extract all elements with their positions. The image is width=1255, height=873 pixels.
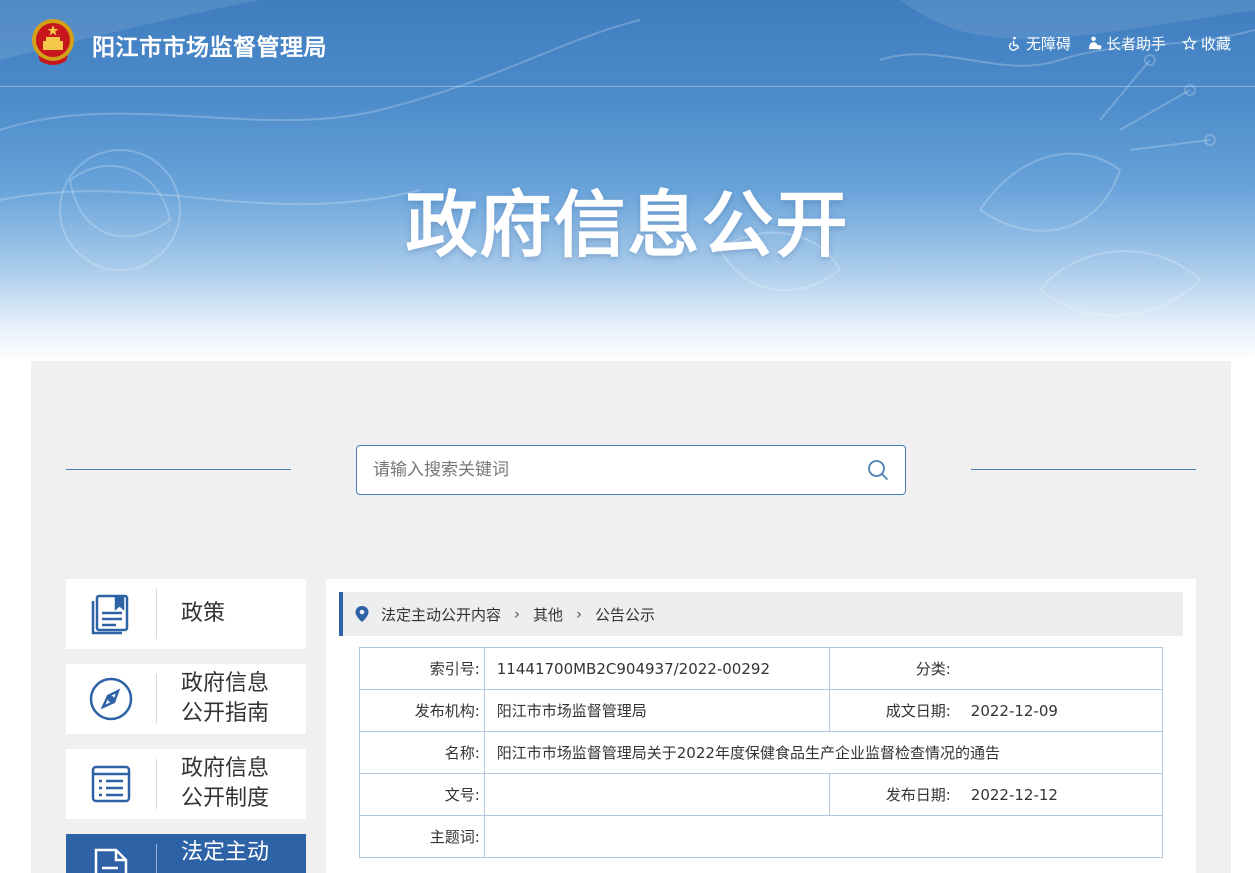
header-banner: 阳江市市场监督管理局 无障碍 长者助手 收藏 政府信息公开 <box>0 0 1255 362</box>
sidebar-item-label: 政府信息 公开指南 <box>181 664 301 734</box>
sidebar-item-policy[interactable]: 政策 <box>66 579 306 649</box>
accessibility-link[interactable]: 无障碍 <box>1007 33 1071 54</box>
sidebar-separator <box>156 759 157 809</box>
elder-assistant-label: 长者助手 <box>1105 35 1166 53</box>
national-emblem-icon <box>32 19 74 65</box>
elder-icon <box>1088 36 1102 50</box>
content-panel: 法定主动公开内容 › 其他 › 公告公示 索引号: 11441700MB2C90… <box>326 579 1196 873</box>
document-name-label: 名称: <box>359 731 485 774</box>
hero-title: 政府信息公开 <box>405 183 850 267</box>
published-date-value: 2022-12-12 <box>954 773 1163 816</box>
published-date-label: 发布日期: <box>828 773 955 816</box>
index-number-value: 11441700MB2C904937/2022-00292 <box>483 647 830 690</box>
search-divider-left <box>66 469 291 470</box>
document-edit-icon <box>94 848 128 873</box>
search-input[interactable] <box>357 446 847 494</box>
table-row: 索引号: 11441700MB2C904937/2022-00292 分类: <box>359 647 1163 690</box>
document-number-value <box>483 773 830 816</box>
search-icon[interactable] <box>867 459 889 481</box>
sidebar-label-line: 政府信息 <box>181 671 270 696</box>
site-title[interactable]: 阳江市市场监督管理局 <box>92 28 327 62</box>
keywords-value <box>483 815 1164 858</box>
breadcrumb-item[interactable]: 公告公示 <box>595 604 655 625</box>
document-list-icon <box>91 765 131 803</box>
document-number-label: 文号: <box>359 773 485 816</box>
breadcrumb-item[interactable]: 其他 <box>533 604 563 625</box>
sidebar-label-line: 公开制度 <box>181 786 270 811</box>
sidebar-item-disclosure-guide[interactable]: 政府信息 公开指南 <box>66 664 306 734</box>
category-label: 分类: <box>828 647 955 690</box>
sidebar-item-label: 政府信息 公开制度 <box>181 749 301 819</box>
elder-assistant-link[interactable]: 长者助手 <box>1087 33 1166 54</box>
created-date-label: 成文日期: <box>828 689 955 732</box>
sidebar-item-statutory-disclosure[interactable]: 法定主动 <box>66 834 306 873</box>
sidebar-label-line: 公开指南 <box>181 701 270 726</box>
table-row: 发布机构: 阳江市市场监督管理局 成文日期: 2022-12-09 <box>359 689 1163 732</box>
created-date-value: 2022-12-09 <box>954 689 1163 732</box>
table-row: 名称: 阳江市市场监督管理局关于2022年度保健食品生产企业监督检查情况的通告 <box>359 731 1164 774</box>
category-value <box>954 647 1163 690</box>
publisher-value: 阳江市市场监督管理局 <box>483 689 830 732</box>
top-links: 无障碍 长者助手 收藏 <box>1007 33 1231 54</box>
table-row: 文号: 发布日期: 2022-12-12 <box>359 773 1163 816</box>
publisher-label: 发布机构: <box>359 689 485 732</box>
star-icon <box>1181 36 1197 51</box>
sidebar-item-label: 政策 <box>181 601 226 626</box>
index-number-label: 索引号: <box>359 647 485 690</box>
search-box <box>356 445 906 495</box>
document-info-table: 索引号: 11441700MB2C904937/2022-00292 分类: 发… <box>359 647 1164 858</box>
chevron-right-icon: › <box>514 605 521 623</box>
breadcrumb: 法定主动公开内容 › 其他 › 公告公示 <box>339 592 1183 636</box>
compass-icon <box>89 677 133 721</box>
document-name-value: 阳江市市场监督管理局关于2022年度保健食品生产企业监督检查情况的通告 <box>483 731 1164 774</box>
chevron-right-icon: › <box>576 605 583 623</box>
location-pin-icon <box>355 606 369 622</box>
sidebar-label-line: 政府信息 <box>181 756 270 781</box>
policy-book-icon <box>91 594 129 635</box>
table-row: 主题词: <box>359 815 1164 858</box>
sidebar-separator <box>156 844 157 873</box>
breadcrumb-item[interactable]: 法定主动公开内容 <box>381 604 501 625</box>
accessibility-label: 无障碍 <box>1025 35 1071 53</box>
keywords-label: 主题词: <box>359 815 485 858</box>
sidebar-item-label: 法定主动 <box>181 840 270 865</box>
search-divider-right <box>971 469 1196 470</box>
sidebar-separator <box>156 589 157 639</box>
wheelchair-icon <box>1008 36 1020 51</box>
top-bar: 阳江市市场监督管理局 无障碍 长者助手 收藏 <box>0 0 1255 87</box>
sidebar-separator <box>156 674 157 724</box>
main-area: 政策 政府信息公开指南 政府信息公开制度 <box>31 361 1231 873</box>
favorite-label: 收藏 <box>1200 35 1231 53</box>
sidebar-item-disclosure-system[interactable]: 政府信息 公开制度 <box>66 749 306 819</box>
favorite-link[interactable]: 收藏 <box>1181 33 1231 54</box>
